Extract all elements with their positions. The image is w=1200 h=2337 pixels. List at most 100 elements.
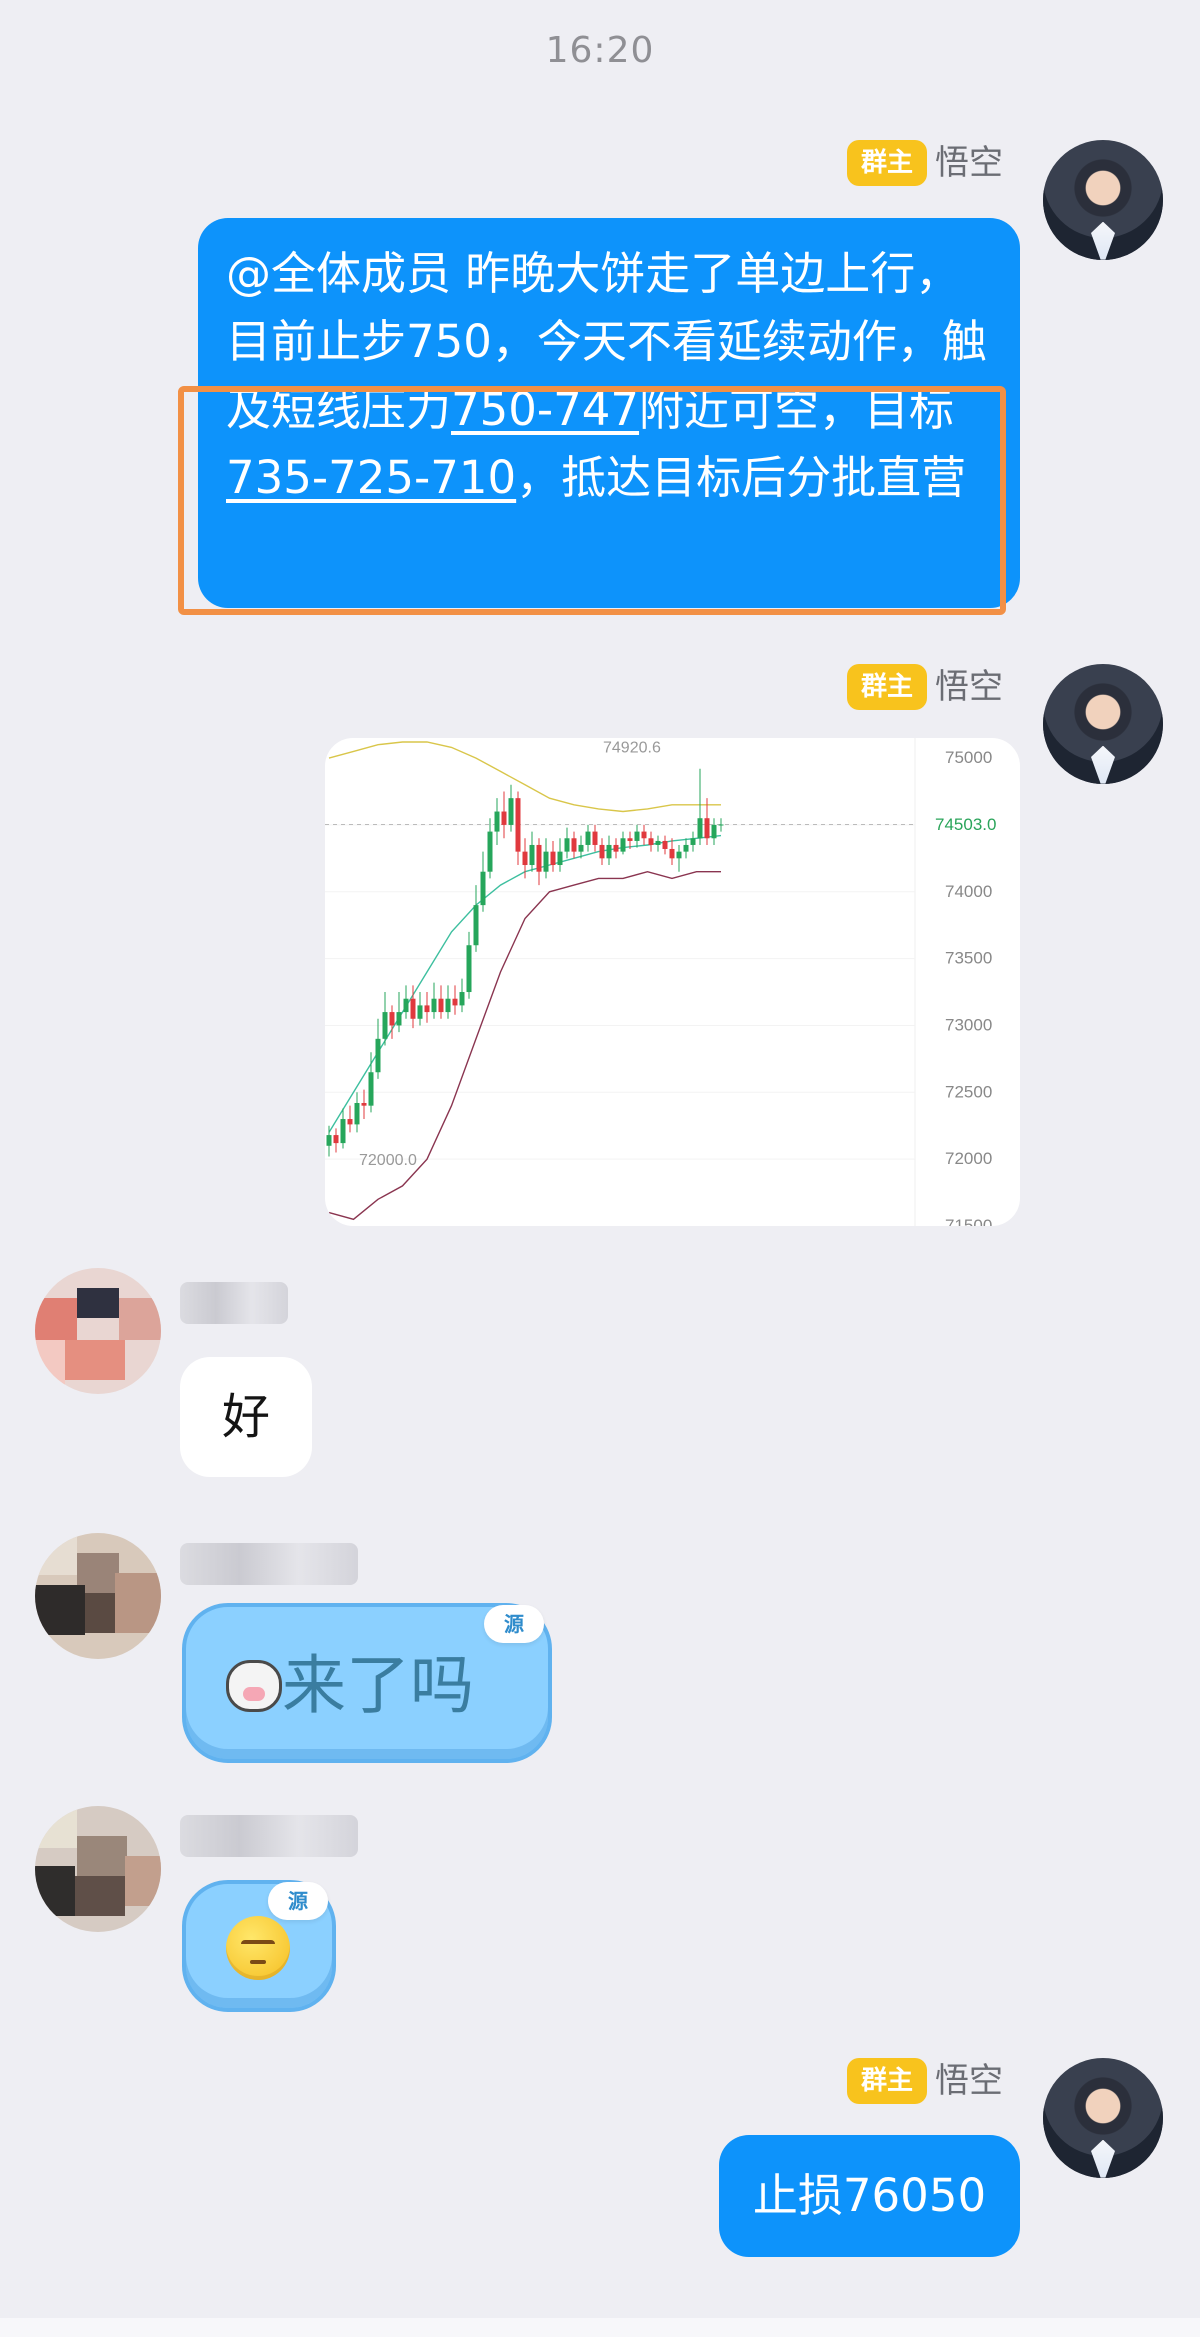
- message-bubble-stoploss[interactable]: 止损76050: [719, 2135, 1020, 2257]
- candle-body: [648, 838, 654, 845]
- candle-body: [571, 838, 577, 852]
- candle-body: [487, 831, 493, 872]
- candle-body: [354, 1102, 360, 1125]
- candle-body: [613, 844, 619, 852]
- candle-body: [683, 844, 689, 852]
- candle-body: [585, 831, 591, 845]
- candle-body: [340, 1119, 346, 1144]
- candle-body: [697, 818, 703, 839]
- candle-body: [634, 831, 640, 841]
- y-tick-label: 72000: [945, 1149, 992, 1168]
- candle-body: [592, 831, 598, 845]
- candle-body: [529, 844, 535, 866]
- owner-avatar[interactable]: [1043, 140, 1163, 260]
- candle-body: [606, 844, 612, 859]
- candle-body: [389, 1012, 395, 1026]
- candle-body: [459, 992, 465, 1006]
- y-tick-label: 74503.0: [935, 815, 996, 834]
- source-tag: 源: [268, 1882, 328, 1920]
- timestamp: 16:20: [545, 30, 655, 71]
- member-avatar[interactable]: [35, 1533, 161, 1659]
- candle-body: [326, 1135, 332, 1146]
- candle-body: [361, 1102, 367, 1106]
- y-tick-label: 73500: [945, 949, 992, 968]
- sender-name: 悟空: [935, 667, 1003, 707]
- message-text: 好: [221, 1389, 270, 1445]
- candle-body: [410, 998, 416, 1019]
- owner-avatar[interactable]: [1043, 2058, 1163, 2178]
- candle-body: [543, 851, 549, 872]
- owner-badge: 群主: [847, 2058, 928, 2104]
- candle-body: [466, 945, 472, 993]
- member-name-blurred: [180, 1815, 358, 1857]
- candle-body: [711, 824, 717, 839]
- y-tick-label: 75000: [945, 748, 992, 767]
- candle-body: [550, 851, 556, 866]
- y-tick-label: 74000: [945, 882, 992, 901]
- sender-name: 悟空: [935, 143, 1003, 183]
- input-bar[interactable]: [0, 2318, 1200, 2337]
- message-text: 止损76050: [752, 2169, 987, 2222]
- candle-body: [417, 1005, 423, 1019]
- candle-body: [557, 851, 563, 866]
- candle-body: [655, 840, 661, 845]
- message-text: 来了吗: [282, 1649, 474, 1724]
- member-name-blurred: [180, 1543, 358, 1585]
- candle-body: [375, 1038, 381, 1073]
- candle-body: [620, 838, 626, 852]
- candle-body: [599, 844, 605, 859]
- candle-body: [494, 811, 500, 832]
- candle-body: [382, 1012, 388, 1039]
- candle-body: [564, 838, 570, 852]
- candle-body: [627, 838, 633, 841]
- member-avatar[interactable]: [35, 1806, 161, 1932]
- candle-body: [676, 851, 682, 859]
- chart-image-card[interactable]: 75000 74503.0 74000 73500 73000 72500 72000 715…: [325, 738, 1020, 1226]
- candle-body: [445, 998, 451, 1013]
- candle-body: [431, 998, 437, 1013]
- upper-band-line: [328, 741, 721, 813]
- candle-body: [704, 818, 710, 839]
- candle-body: [438, 998, 444, 1013]
- candle-body: [718, 824, 724, 826]
- candle-body: [368, 1072, 374, 1106]
- candle-body: [501, 811, 507, 825]
- message-bubble-sticker-text[interactable]: 源 来了吗: [182, 1603, 552, 1763]
- y-tick-label: 73000: [945, 1015, 992, 1034]
- high-label: 74920.6: [603, 740, 661, 757]
- candle-body: [480, 871, 486, 906]
- candle-body: [508, 798, 514, 825]
- owner-avatar[interactable]: [1043, 664, 1163, 784]
- candle-body: [473, 905, 479, 946]
- sender-name: 悟空: [935, 2061, 1003, 2101]
- candle-body: [403, 998, 409, 1013]
- candle-body: [669, 848, 675, 859]
- candle-body: [515, 798, 521, 852]
- owner-badge: 群主: [847, 140, 928, 186]
- candle-body: [333, 1135, 339, 1144]
- unamused-face-icon: [226, 1916, 290, 1980]
- y-tick-label: 71500: [945, 1216, 992, 1226]
- candle-body: [536, 844, 542, 872]
- candle-body: [690, 838, 696, 845]
- message-bubble-reply[interactable]: 好: [180, 1357, 312, 1477]
- low-label: 72000.0: [359, 1152, 417, 1169]
- candle-body: [641, 831, 647, 839]
- owner-badge: 群主: [847, 664, 928, 710]
- candle-body: [452, 998, 458, 1006]
- candlestick-chart: 75000 74503.0 74000 73500 73000 72500 72000 715…: [325, 738, 996, 1226]
- source-tag: 源: [484, 1605, 544, 1643]
- candle-body: [662, 840, 668, 849]
- candle-body: [522, 851, 528, 866]
- candle-body: [347, 1119, 353, 1125]
- member-avatar[interactable]: [35, 1268, 161, 1394]
- candle-body: [424, 1005, 430, 1013]
- cow-emoji-icon: [226, 1660, 282, 1713]
- member-name-blurred: [180, 1282, 288, 1324]
- candle-body: [578, 844, 584, 852]
- message-bubble-emoji[interactable]: 源: [182, 1880, 336, 2012]
- y-tick-label: 72500: [945, 1082, 992, 1101]
- candle-body: [396, 1012, 402, 1026]
- highlight-annotation-box: [178, 386, 1006, 615]
- middle-band-line: [328, 834, 722, 1133]
